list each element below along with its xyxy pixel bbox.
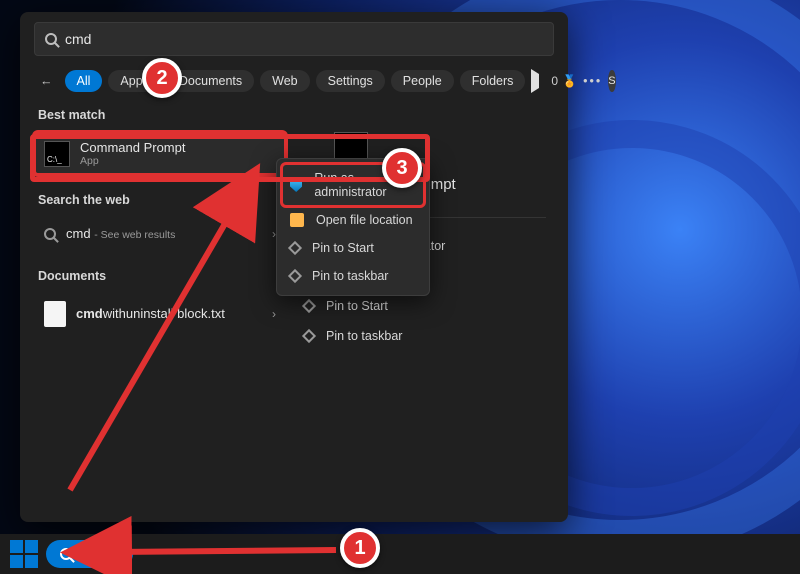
- result-subtitle: App: [80, 155, 185, 167]
- start-button[interactable]: [10, 540, 38, 568]
- filter-row: ← All Apps Documents Web Settings People…: [34, 70, 554, 92]
- filter-people[interactable]: People: [391, 70, 454, 92]
- action-pin-taskbar[interactable]: Pin to taskbar: [294, 322, 546, 350]
- doc-name-match: cmd: [76, 306, 103, 321]
- ctx-label: Open file location: [316, 213, 413, 227]
- avatar-initial: S: [608, 75, 615, 87]
- result-document[interactable]: cmdwithuninstall block.txt ›: [34, 293, 286, 335]
- user-avatar[interactable]: S: [608, 70, 615, 92]
- text-file-icon: [44, 301, 66, 327]
- taskbar: Search: [0, 534, 800, 574]
- ctx-pin-start[interactable]: Pin to Start: [282, 234, 424, 262]
- pin-icon: [288, 241, 302, 255]
- section-best-match: Best match: [38, 108, 286, 122]
- filter-web[interactable]: Web: [260, 70, 309, 92]
- taskbar-search-button[interactable]: Search: [46, 540, 133, 568]
- pin-icon: [288, 269, 302, 283]
- annotation-badge-3: 3: [382, 148, 422, 188]
- search-icon: [44, 228, 56, 240]
- filter-folders[interactable]: Folders: [460, 70, 526, 92]
- pin-icon: [302, 329, 316, 343]
- doc-ext: .txt: [208, 306, 225, 321]
- chevron-right-icon: ›: [272, 307, 276, 321]
- section-search-web: Search the web: [38, 193, 286, 207]
- filter-settings[interactable]: Settings: [316, 70, 385, 92]
- taskbar-search-label: Search: [78, 547, 119, 562]
- rewards-icon: 🏅: [562, 74, 577, 88]
- ctx-label: Pin to taskbar: [312, 269, 388, 283]
- annotation-badge-2: 2: [142, 58, 182, 98]
- section-documents: Documents: [38, 269, 286, 283]
- search-icon: [45, 33, 57, 45]
- rewards-value: 0: [551, 74, 558, 88]
- annotation-badge-1: 1: [340, 528, 380, 568]
- ctx-label: Pin to Start: [312, 241, 374, 255]
- command-prompt-icon: C:\_: [44, 141, 70, 167]
- result-web-cmd[interactable]: cmd - See web results ›: [34, 217, 286, 251]
- action-label: Pin to Start: [326, 299, 388, 313]
- web-term: cmd: [66, 226, 91, 241]
- overflow-menu-icon[interactable]: •••: [583, 74, 602, 88]
- doc-name-rest: withuninstall block: [103, 306, 208, 321]
- result-command-prompt[interactable]: C:\_ Command Prompt App: [34, 132, 286, 175]
- filter-more-icon[interactable]: [531, 74, 539, 88]
- ctx-pin-taskbar[interactable]: Pin to taskbar: [282, 262, 424, 290]
- filter-all[interactable]: All: [65, 70, 103, 92]
- back-arrow-icon[interactable]: ←: [34, 70, 59, 92]
- results-column: Best match C:\_ Command Prompt App Searc…: [34, 108, 286, 508]
- action-pin-start[interactable]: Pin to Start: [294, 292, 546, 320]
- ctx-open-location[interactable]: Open file location: [282, 206, 424, 234]
- result-title: Command Prompt: [80, 140, 185, 155]
- search-query-text: cmd: [65, 31, 91, 47]
- web-hint: See web results: [101, 229, 176, 241]
- search-icon: [60, 548, 72, 560]
- action-label: Pin to taskbar: [326, 329, 402, 343]
- search-input[interactable]: cmd: [34, 22, 554, 56]
- folder-icon: [290, 213, 304, 227]
- rewards-indicator[interactable]: 0 🏅: [551, 74, 577, 88]
- pin-icon: [302, 299, 316, 313]
- shield-icon: [290, 178, 302, 192]
